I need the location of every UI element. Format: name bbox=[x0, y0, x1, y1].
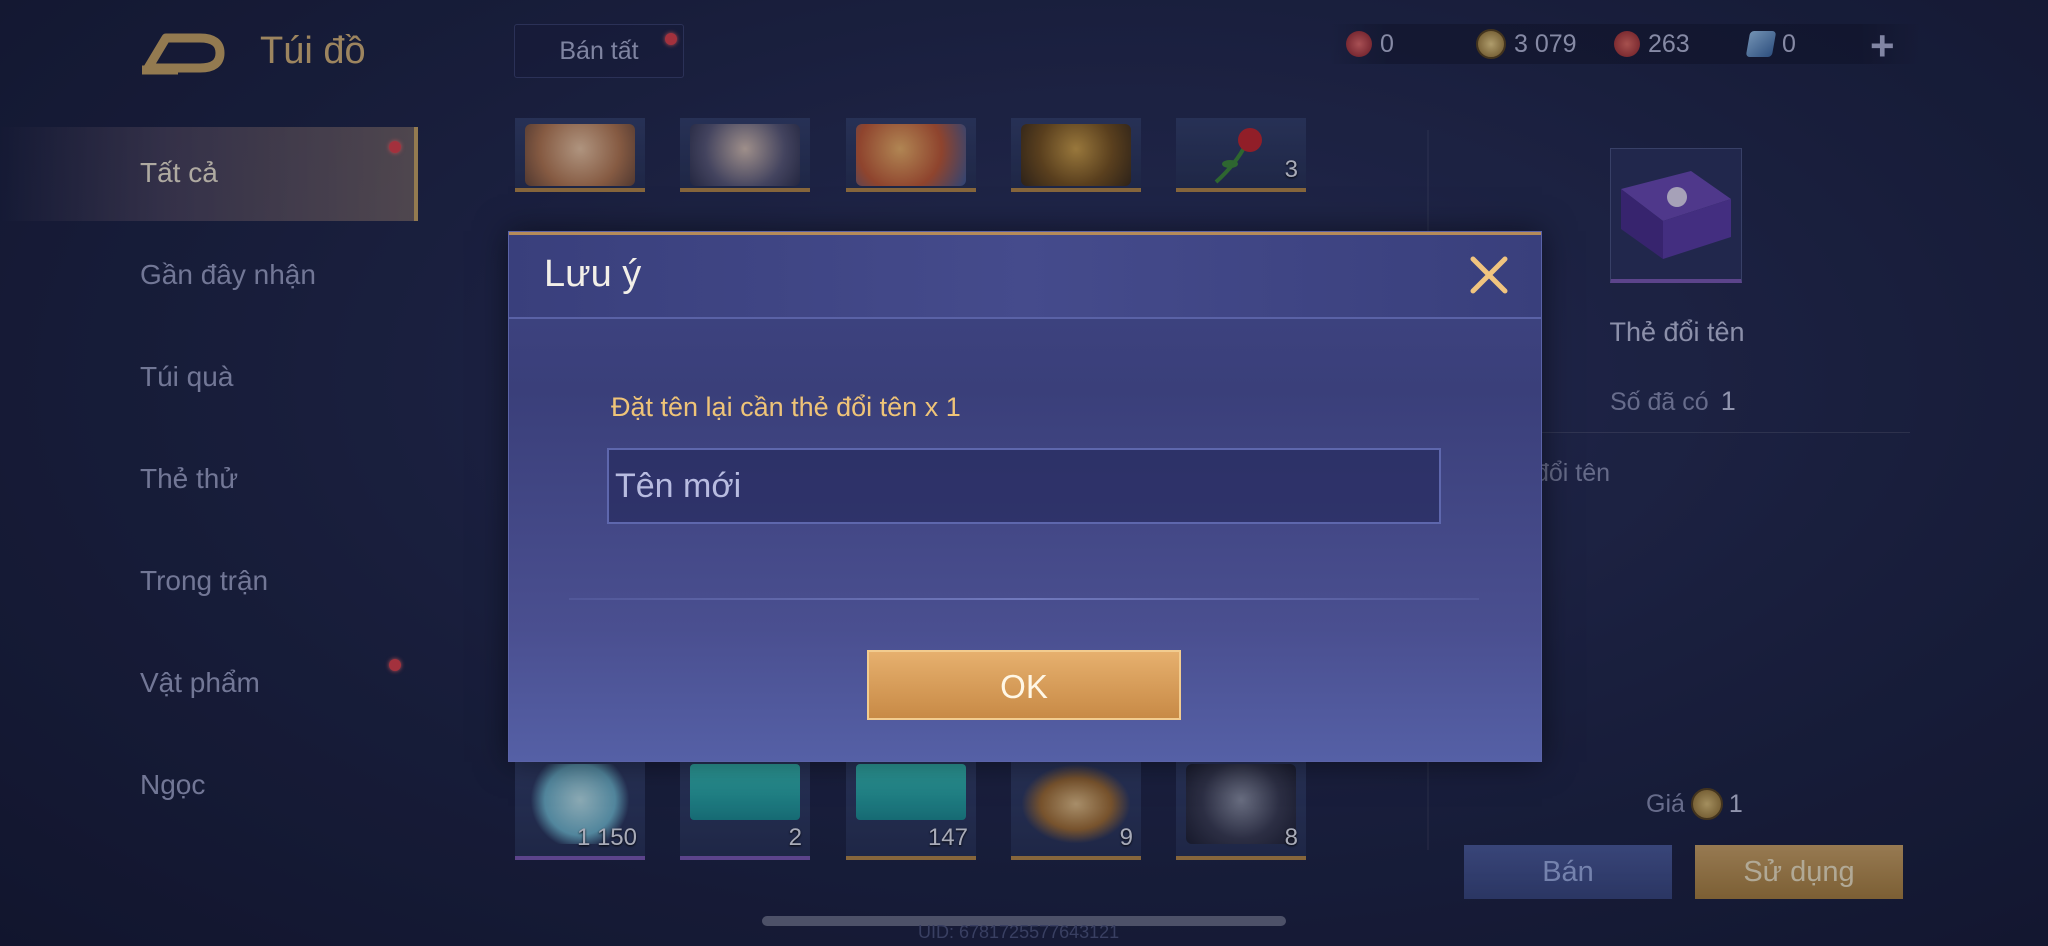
dialog-divider bbox=[569, 598, 1479, 600]
dialog-message: Đặt tên lại cần thẻ đổi tên x 1 bbox=[611, 392, 961, 422]
new-name-input[interactable] bbox=[607, 448, 1441, 524]
dialog-title: Lưu ý bbox=[544, 253, 642, 295]
dialog-header: Lưu ý bbox=[509, 232, 1541, 319]
rename-dialog: Lưu ý Đặt tên lại cần thẻ đổi tên x 1 OK bbox=[508, 231, 1542, 762]
close-icon bbox=[1470, 256, 1508, 294]
close-button[interactable] bbox=[1467, 253, 1511, 297]
ok-button[interactable]: OK bbox=[867, 650, 1181, 720]
